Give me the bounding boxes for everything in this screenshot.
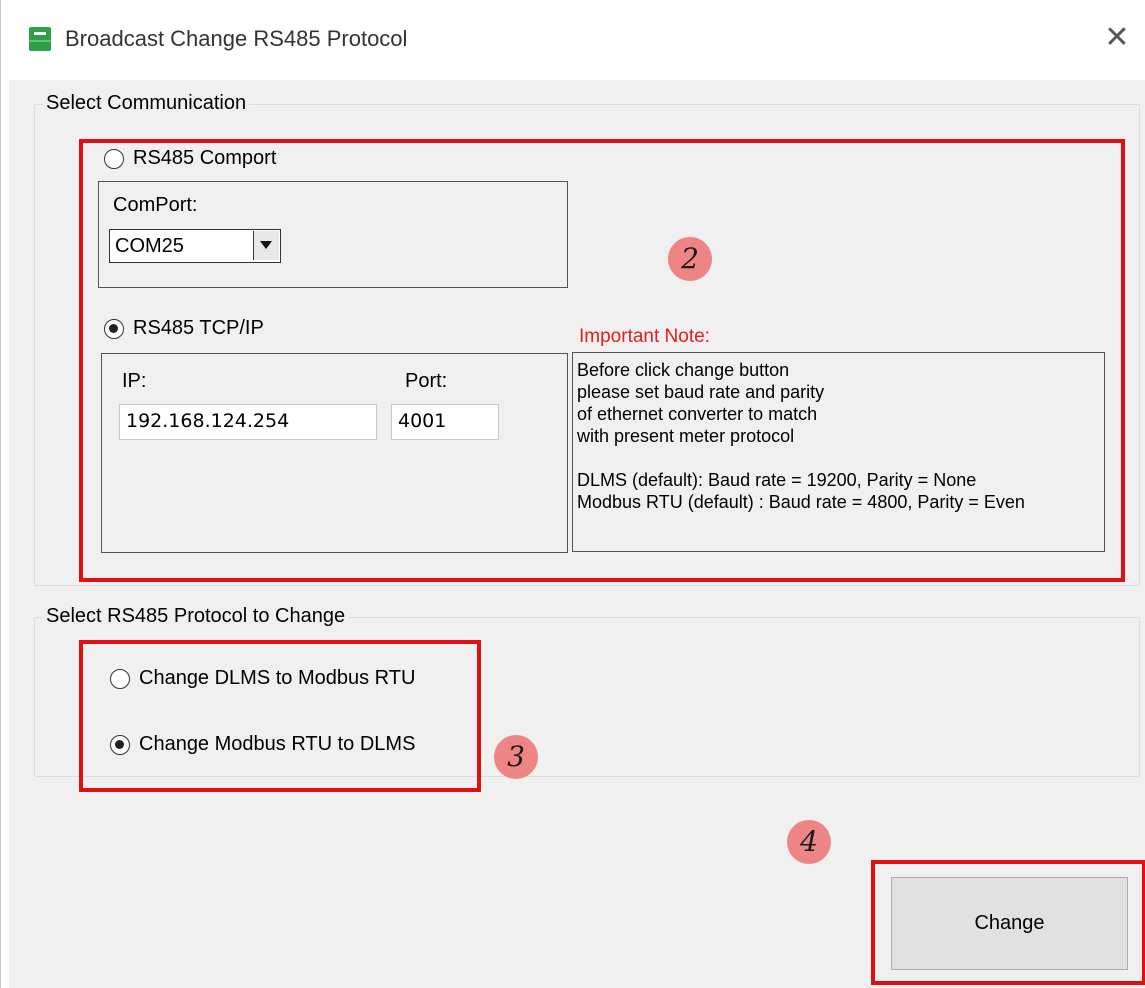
comport-radio[interactable]: RS485 Comport	[104, 147, 276, 170]
step-marker-4: 4	[787, 820, 831, 864]
comport-label: ComPort:	[113, 194, 198, 216]
note-line: DLMS (default): Baud rate = 19200, Parit…	[577, 470, 977, 490]
comport-select[interactable]: COM25	[109, 229, 281, 263]
port-input[interactable]: 4001	[391, 404, 499, 440]
comport-select-value: COM25	[115, 235, 184, 257]
chevron-down-icon[interactable]	[253, 231, 279, 260]
port-label: Port:	[405, 370, 448, 392]
note-line: with present meter protocol	[577, 426, 795, 446]
dlms-to-modbus-radio[interactable]: Change DLMS to Modbus RTU	[110, 667, 415, 690]
tcp-radio-label: RS485 TCP/IP	[133, 317, 264, 339]
dialog-body: Select Communication RS485 Comport ComPo…	[9, 80, 1145, 988]
note-line: Before click change button	[577, 360, 790, 380]
app-icon	[29, 27, 51, 51]
dlms-to-modbus-radio-circle[interactable]	[110, 668, 130, 689]
ip-input[interactable]: 192.168.124.254	[119, 404, 377, 440]
close-icon[interactable]: ✕	[1102, 23, 1132, 54]
modbus-to-dlms-radio-circle[interactable]	[110, 734, 130, 755]
note-line: of ethernet converter to match	[577, 404, 818, 424]
note-line: Modbus RTU (default) : Baud rate = 4800,…	[577, 492, 1025, 512]
modbus-to-dlms-label: Change Modbus RTU to DLMS	[139, 733, 416, 755]
communication-legend: Select Communication	[43, 92, 250, 115]
note-line: please set baud rate and parity	[577, 382, 825, 402]
modbus-to-dlms-radio[interactable]: Change Modbus RTU to DLMS	[110, 733, 415, 756]
comport-radio-label: RS485 Comport	[133, 147, 277, 169]
comport-panel: ComPort: COM25	[98, 181, 568, 288]
protocol-legend: Select RS485 Protocol to Change	[43, 605, 349, 628]
tcp-radio-circle[interactable]	[104, 318, 124, 339]
tcp-panel: IP: Port: 192.168.124.254 4001	[101, 353, 568, 553]
ip-label: IP:	[122, 370, 147, 392]
note-box: Before click change button please set ba…	[572, 352, 1105, 552]
tcp-radio[interactable]: RS485 TCP/IP	[104, 317, 264, 340]
title-bar: Broadcast Change RS485 Protocol ✕	[1, 0, 1145, 80]
change-button[interactable]: Change	[891, 877, 1128, 970]
dlms-to-modbus-label: Change DLMS to Modbus RTU	[139, 667, 416, 689]
window-title: Broadcast Change RS485 Protocol	[65, 26, 408, 51]
note-spacer	[577, 447, 1100, 469]
step-marker-2: 2	[668, 237, 712, 281]
comport-radio-circle[interactable]	[104, 148, 124, 169]
step-marker-3: 3	[494, 735, 538, 779]
note-title: Important Note:	[579, 326, 710, 347]
dialog-window: Broadcast Change RS485 Protocol ✕ Select…	[0, 0, 1145, 988]
